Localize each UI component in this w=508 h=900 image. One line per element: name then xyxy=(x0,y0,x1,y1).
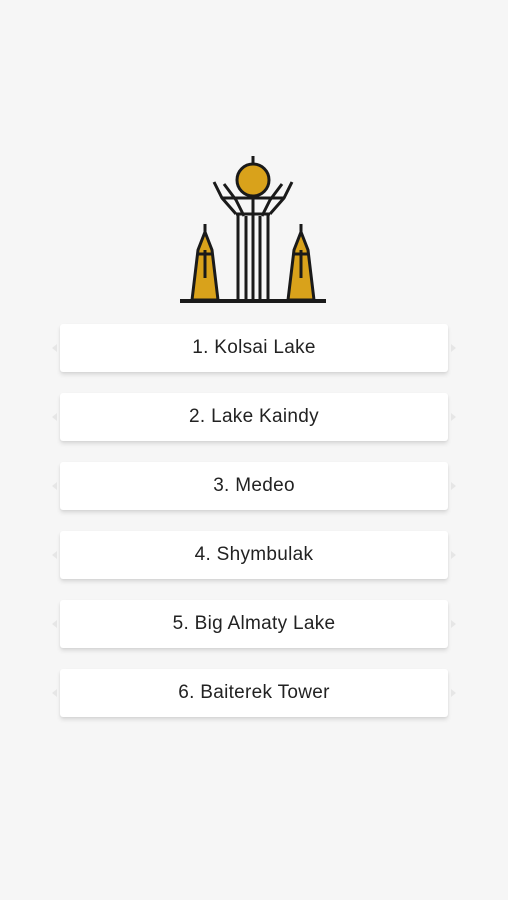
places-list: 1. Kolsai Lake 2. Lake Kaindy 3. Medeo 4… xyxy=(52,324,456,738)
chevron-right-icon xyxy=(451,344,456,352)
place-item-big-almaty-lake[interactable]: 5. Big Almaty Lake xyxy=(52,600,456,648)
place-label: 3. Medeo xyxy=(213,475,295,496)
chevron-left-icon xyxy=(52,413,57,421)
place-label: 1. Kolsai Lake xyxy=(192,337,316,358)
place-item-lake-kaindy[interactable]: 2. Lake Kaindy xyxy=(52,393,456,441)
place-label: 4. Shymbulak xyxy=(194,544,314,565)
chevron-right-icon xyxy=(451,482,456,490)
chevron-left-icon xyxy=(52,551,57,559)
chevron-right-icon xyxy=(451,413,456,421)
place-item-medeo[interactable]: 3. Medeo xyxy=(52,462,456,510)
chevron-left-icon xyxy=(52,344,57,352)
place-item-baiterek-tower[interactable]: 6. Baiterek Tower xyxy=(52,669,456,717)
place-label: 6. Baiterek Tower xyxy=(178,682,330,703)
chevron-right-icon xyxy=(451,620,456,628)
chevron-left-icon xyxy=(52,620,57,628)
chevron-left-icon xyxy=(52,482,57,490)
place-item-kolsai-lake[interactable]: 1. Kolsai Lake xyxy=(52,324,456,372)
baiterek-tower-icon xyxy=(178,154,330,306)
place-label: 2. Lake Kaindy xyxy=(189,406,319,427)
chevron-left-icon xyxy=(52,689,57,697)
chevron-right-icon xyxy=(451,689,456,697)
place-label: 5. Big Almaty Lake xyxy=(172,613,336,634)
place-item-shymbulak[interactable]: 4. Shymbulak xyxy=(52,531,456,579)
chevron-right-icon xyxy=(451,551,456,559)
